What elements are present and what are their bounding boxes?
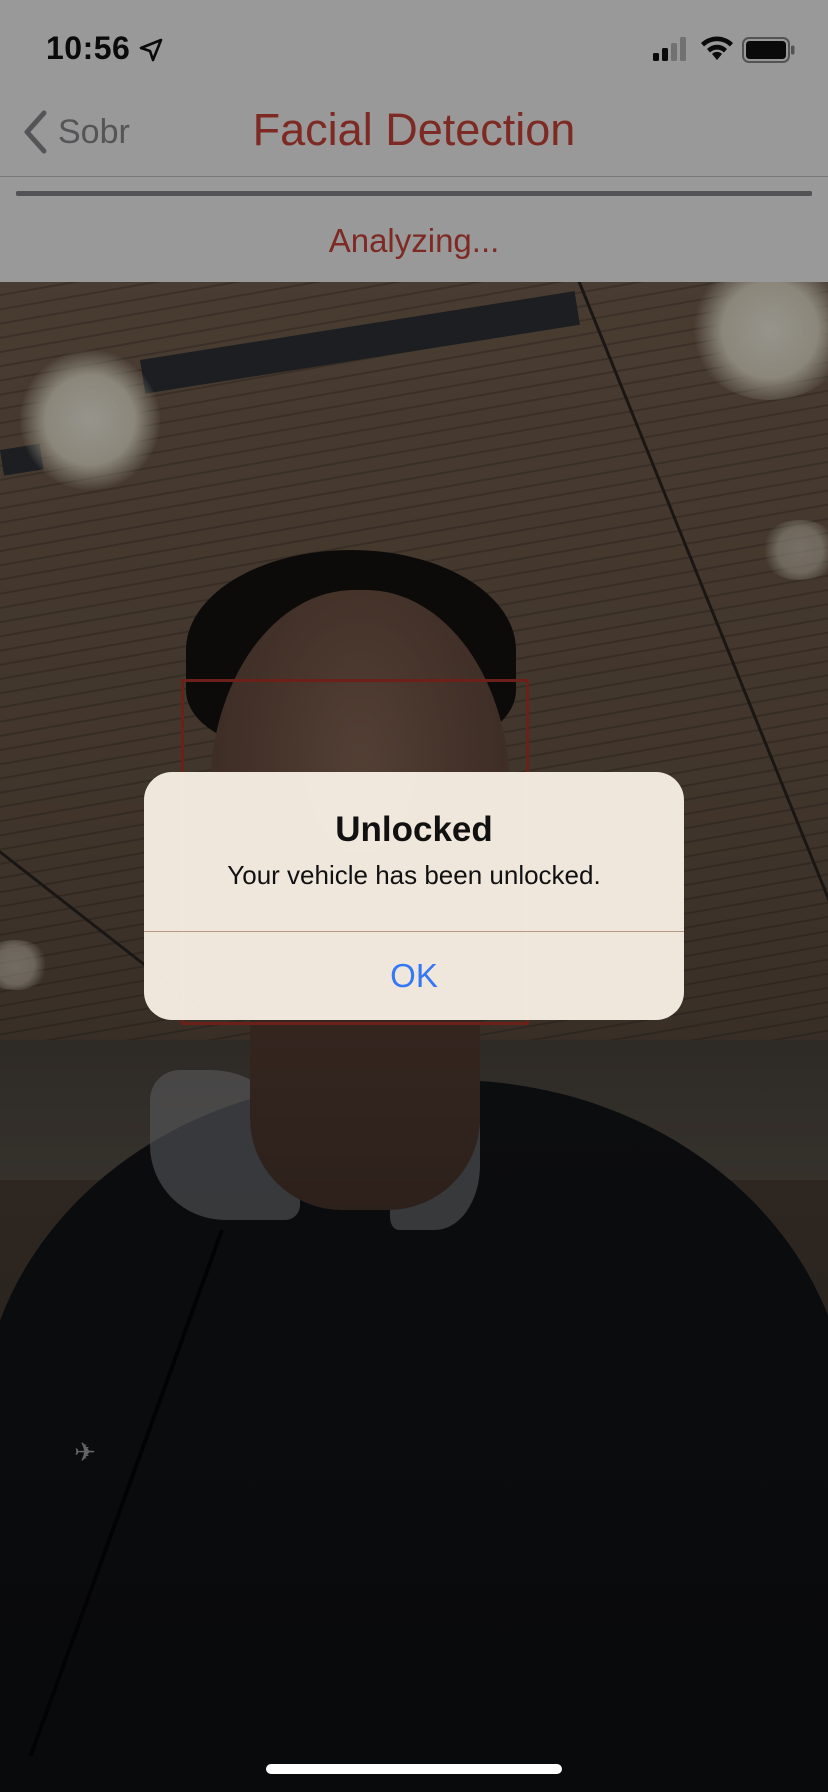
alert-title: Unlocked bbox=[335, 810, 493, 849]
alert-dialog: Unlocked Your vehicle has been unlocked.… bbox=[144, 772, 684, 1020]
ok-button[interactable]: OK bbox=[144, 932, 684, 1020]
alert-message: Your vehicle has been unlocked. bbox=[227, 860, 601, 890]
screen: ✈ 10:56 Sobr Facial Detection Analyzing.… bbox=[0, 0, 828, 1792]
home-indicator[interactable] bbox=[266, 1764, 562, 1774]
